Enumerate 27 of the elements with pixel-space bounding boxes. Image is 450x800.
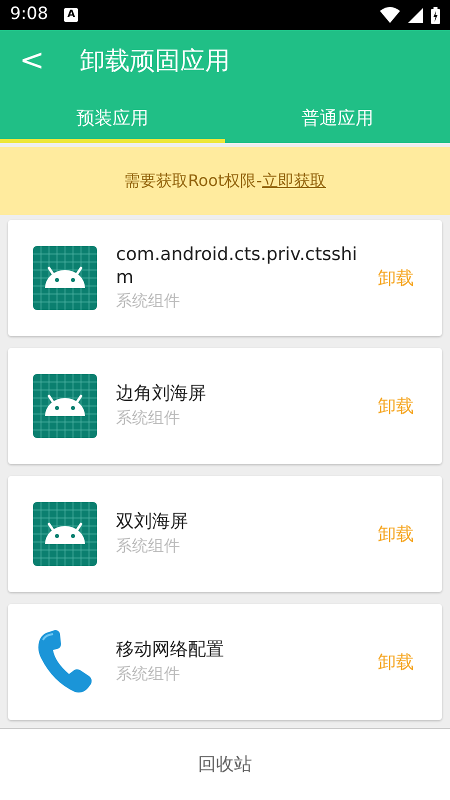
notification-icon: A: [64, 8, 78, 22]
get-root-link[interactable]: 立即获取: [262, 171, 326, 190]
app-name: 双刘海屏: [116, 510, 189, 534]
signal-icon: [408, 8, 423, 22]
battery-icon: [431, 6, 440, 24]
recycle-bin-button[interactable]: 回收站: [192, 750, 258, 779]
tab[interactable]: 预装应用: [0, 92, 225, 143]
back-button[interactable]: <: [0, 46, 64, 76]
android-app-icon: [33, 246, 97, 310]
screen-title: 卸载顽固应用: [80, 45, 230, 78]
wifi-icon: [380, 7, 400, 23]
android-app-icon: [33, 502, 97, 566]
app-name: com.android.cts.priv.ctsshim: [116, 242, 358, 290]
app-type: 系统组件: [116, 290, 181, 312]
status-time: 9:08: [10, 3, 48, 26]
banner-text: 需要获取Root权限-立即获取: [124, 170, 326, 192]
uninstall-button[interactable]: 卸载: [378, 264, 414, 292]
tab[interactable]: 普通应用: [225, 92, 450, 143]
uninstall-button[interactable]: 卸载: [378, 392, 414, 420]
app-name: 边角刘海屏: [116, 382, 207, 406]
app-type: 系统组件: [116, 534, 181, 557]
app-type: 系统组件: [116, 406, 181, 429]
app-type: 系统组件: [116, 662, 181, 685]
uninstall-button[interactable]: 卸载: [378, 648, 414, 676]
app-name: 移动网络配置: [116, 638, 225, 662]
uninstall-button[interactable]: 卸载: [378, 520, 414, 548]
android-app-icon: [33, 374, 97, 438]
